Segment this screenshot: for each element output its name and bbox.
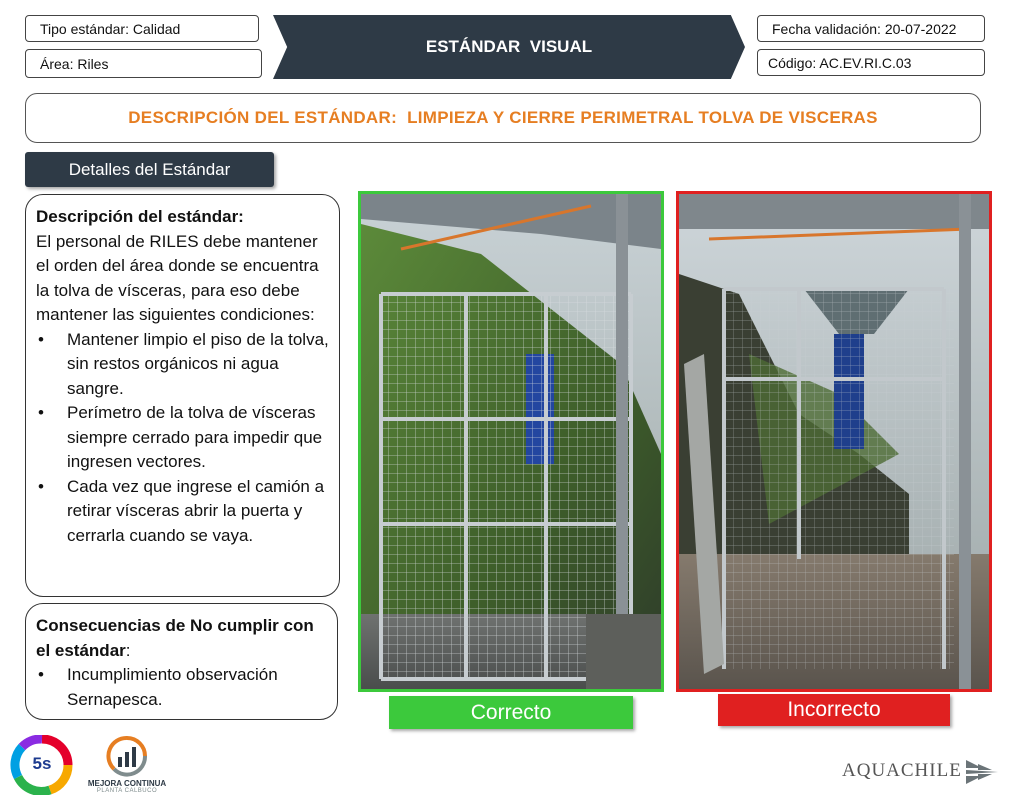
details-tab-label: Detalles del Estándar [68, 159, 231, 179]
standard-bullet-list: Mantener limpio el piso de la tolva, sin… [36, 328, 331, 549]
description-title-text: DESCRIPCIÓN DEL ESTÁNDAR: LIMPIEZA Y CIE… [128, 108, 878, 127]
incorrect-label-text: Incorrecto [787, 698, 881, 721]
standard-intro: El personal de RILES debe mantener el or… [36, 231, 319, 325]
consequences-bullet-list: Incumplimiento observación Sernapesca. [36, 663, 329, 712]
mejora-continua-line1: MEJORA CONTINUA [87, 779, 167, 788]
list-item: Perímetro de la tolva de vísceras siempr… [36, 401, 331, 475]
fecha-validacion-field: Fecha validación: 20-07-2022 [757, 15, 985, 42]
consequences-heading: Consecuencias de No cumplir con el están… [36, 614, 329, 663]
mejora-continua-logo: MEJORA CONTINUA PLANTA CALBUCO [86, 735, 168, 795]
consequences-panel: Consecuencias de No cumplir con el están… [25, 603, 338, 720]
incorrect-photo [676, 191, 992, 692]
aquachile-fish-icon [966, 760, 998, 784]
tipo-estandar-field: Tipo estándar: Calidad [25, 15, 259, 42]
incorrect-photo-illustration [679, 194, 989, 689]
incorrect-label: Incorrecto [718, 694, 950, 726]
codigo-field: Código: AC.EV.RI.C.03 [757, 49, 985, 76]
correct-label: Correcto [389, 696, 633, 729]
mejora-continua-icon [106, 735, 148, 777]
list-item: Cada vez que ingrese el camión a retirar… [36, 475, 331, 549]
list-item: Mantener limpio el piso de la tolva, sin… [36, 328, 331, 402]
standard-heading: Descripción del estándar: [36, 207, 244, 226]
mejora-continua-line2: PLANTA CALBUCO [96, 788, 158, 794]
aquachile-logo-text: AQUACHILE [842, 760, 962, 781]
correct-photo-illustration [361, 194, 661, 689]
aquachile-logo: AQUACHILE [842, 754, 1002, 790]
consequences-heading-text: Consecuencias de No cumplir con el están… [36, 616, 314, 660]
details-tab: Detalles del Estándar [25, 152, 274, 187]
consequences-heading-colon: : [125, 640, 131, 660]
five-s-logo-text: 5s [32, 754, 52, 773]
page-title: ESTÁNDAR VISUAL [425, 37, 593, 56]
description-title: DESCRIPCIÓN DEL ESTÁNDAR: LIMPIEZA Y CIE… [25, 93, 981, 143]
standard-description-panel: Descripción del estándar: El personal de… [25, 194, 340, 597]
area-field: Área: Riles [25, 49, 262, 78]
five-s-logo: 5s [10, 734, 74, 796]
list-item: Incumplimiento observación Sernapesca. [36, 663, 329, 712]
correct-photo [358, 191, 664, 692]
page-title-banner: ESTÁNDAR VISUAL [273, 15, 745, 79]
correct-label-text: Correcto [470, 700, 552, 724]
